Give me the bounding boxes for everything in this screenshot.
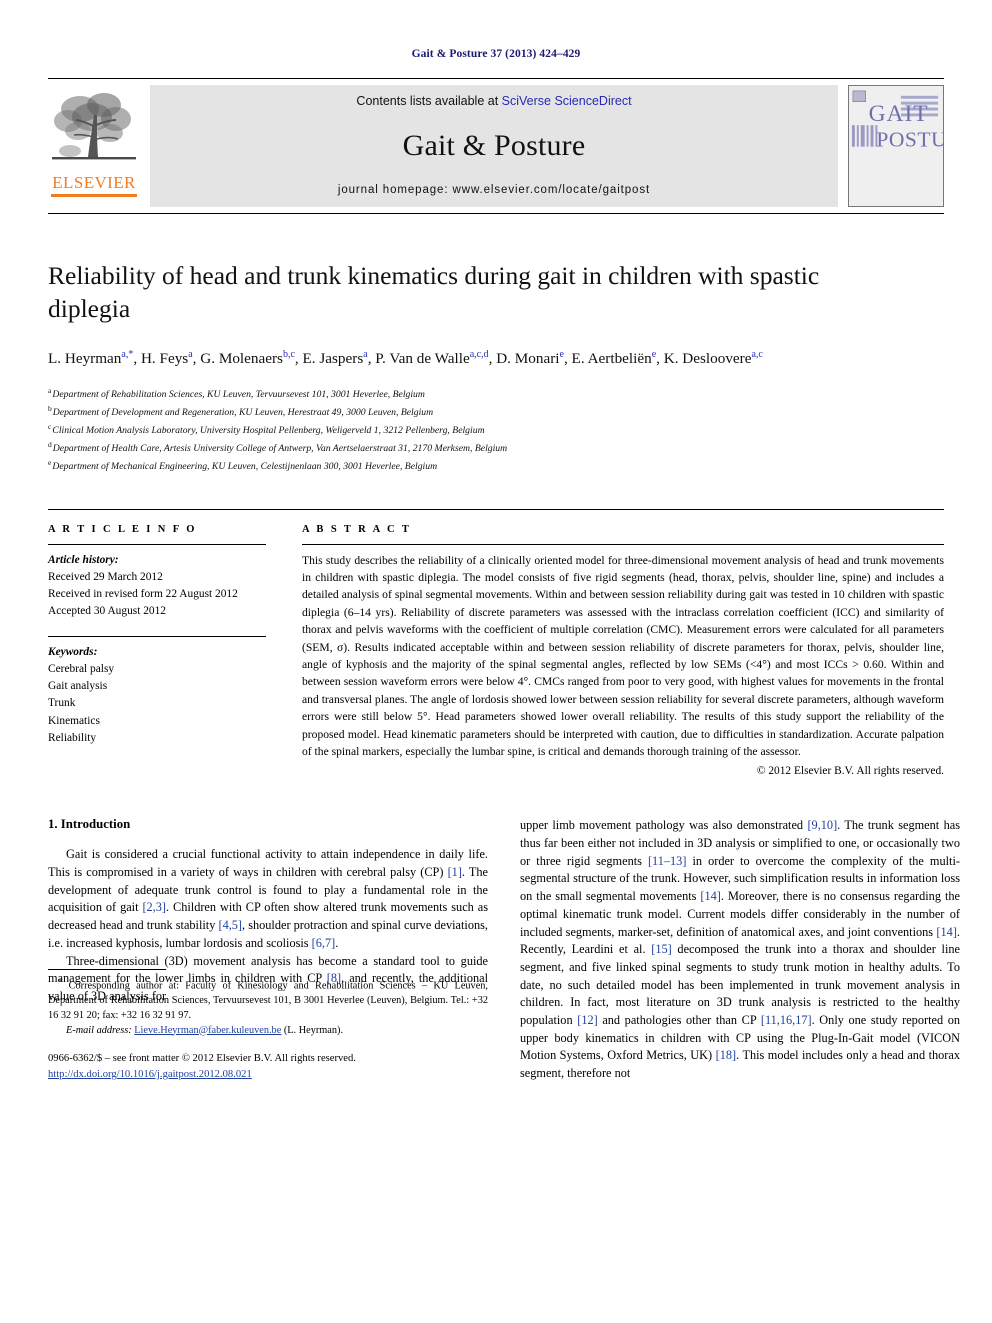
elsevier-rule: [51, 194, 137, 197]
author-name: H. Feys: [140, 350, 189, 368]
citation-ref[interactable]: [14]: [936, 925, 957, 939]
citation-ref[interactable]: [11–13]: [648, 854, 686, 868]
history-items: Received 29 March 2012 Received in revise…: [48, 569, 266, 620]
keyword-items: Cerebral palsy Gait analysis Trunk Kinemati…: [48, 661, 266, 747]
citation-ref[interactable]: [6,7]: [312, 936, 336, 950]
history-item: Accepted 30 August 2012: [48, 604, 166, 617]
keyword-item: Cerebral palsy: [48, 663, 115, 676]
intro-paragraph-3: upper limb movement pathology was also d…: [520, 818, 960, 1081]
divider: [48, 636, 266, 638]
elsevier-wordmark: ELSEVIER: [52, 173, 136, 192]
affiliation-item: eDepartment of Mechanical Engineering, K…: [48, 457, 438, 472]
author-affiliation-mark: a: [188, 349, 193, 361]
author-affiliation-mark: a,*: [121, 349, 134, 361]
contents-list-line: Contents lists available at SciVerse Sci…: [356, 94, 631, 108]
author-name: L. Heyrman: [48, 350, 122, 368]
footnote-area: * Corresponding author at: Faculty of Ki…: [48, 969, 488, 1083]
journal-masthead: ELSEVIER Contents lists available at Sci…: [48, 78, 944, 214]
affiliation-item: cClinical Motion Analysis Laboratory, Un…: [48, 421, 485, 436]
doi-link[interactable]: http://dx.doi.org/10.1016/j.gaitpost.201…: [48, 1069, 252, 1080]
author-name: P. Van de Walle: [375, 350, 470, 368]
abstract-column: A B S T R A C T This study describes the…: [302, 523, 944, 778]
abstract-text: This study describes the reliability of …: [302, 553, 944, 758]
author-affiliation-mark: a: [363, 349, 368, 361]
journal-homepage[interactable]: journal homepage: www.elsevier.com/locat…: [338, 184, 650, 196]
affiliation-item: bDepartment of Development and Regenerat…: [48, 403, 434, 419]
keywords-label: Keywords:: [48, 646, 98, 659]
history-item: Received 29 March 2012: [48, 570, 163, 583]
author-name: G. Molenaers: [200, 350, 283, 368]
keywords-block: Keywords: Cerebral palsy Gait analysis Tru…: [48, 644, 266, 747]
citation-ref[interactable]: [12]: [577, 1013, 598, 1027]
author-name: E. Aertbeliën: [571, 350, 652, 368]
email-note: E-mail address: Lieve.Heyrman@faber.kule…: [48, 1024, 488, 1039]
email-owner: (L. Heyrman).: [283, 1024, 344, 1036]
corresponding-author-note: * Corresponding author at: Faculty of Ki…: [48, 975, 488, 1023]
journal-title: Gait & Posture: [402, 129, 586, 162]
author-affiliation-mark: a,c,d: [469, 349, 489, 361]
author-name: E. Jaspers: [302, 350, 364, 368]
email-link[interactable]: Lieve.Heyrman@faber.kuleuven.be: [134, 1025, 281, 1036]
keyword-item: Kinematics: [48, 714, 100, 727]
article-history-block: Article history: Received 29 March 2012 R…: [48, 552, 266, 620]
left-column: 1. Introduction Gait is considered a cru…: [48, 817, 488, 1083]
abstract-copyright: © 2012 Elsevier B.V. All rights reserved…: [756, 765, 944, 778]
intro-paragraph-1: Gait is considered a crucial functional …: [48, 847, 488, 950]
body-columns: 1. Introduction Gait is considered a cru…: [48, 817, 960, 1083]
cover-artwork: GAIT POSTURE: [849, 86, 943, 206]
citation-ref[interactable]: [15]: [651, 942, 672, 956]
author-name: K. Desloovere: [663, 350, 752, 368]
article-header: Reliability of head and trunk kinematics…: [48, 260, 944, 475]
abstract-heading: A B S T R A C T: [302, 523, 412, 535]
issn-copyright-block: 0966-6362/$ – see front matter © 2012 El…: [48, 1051, 488, 1083]
citation-ref[interactable]: [4,5]: [218, 918, 242, 932]
page-title: Reliability of head and trunk kinematics…: [48, 261, 820, 323]
masthead-center: Contents lists available at SciVerse Sci…: [150, 85, 838, 207]
author-name: D. Monari: [496, 350, 560, 368]
author-affiliation-mark: a,c: [751, 349, 763, 361]
affiliation-item: dDepartment of Health Care, Artesis Univ…: [48, 439, 508, 454]
info-abstract-row: A R T I C L E I N F O Article history: R…: [48, 508, 944, 778]
asterisk-icon: *: [58, 976, 63, 987]
article-page: Gait & Posture 37 (2013) 424–429 ELSEVIE…: [0, 0, 992, 1323]
affiliation-list: aDepartment of Rehabilitation Sciences, …: [48, 385, 944, 475]
issn-line: 0966-6362/$ – see front matter © 2012 El…: [48, 1053, 356, 1065]
citation-ref[interactable]: [18]: [716, 1048, 737, 1062]
running-head: Gait & Posture 37 (2013) 424–429: [411, 48, 581, 60]
right-column: upper limb movement pathology was also d…: [520, 817, 960, 1083]
svg-text:POSTURE: POSTURE: [876, 128, 943, 152]
affiliation-item: aDepartment of Rehabilitation Sciences, …: [48, 385, 425, 401]
svg-text:GAIT: GAIT: [869, 101, 929, 127]
author-affiliation-mark: e: [651, 349, 657, 361]
history-item: Received in revised form 22 August 2012: [48, 587, 238, 600]
article-history-label: Article history:: [48, 553, 119, 566]
keyword-item: Reliability: [48, 731, 97, 744]
article-info-heading: A R T I C L E I N F O: [48, 523, 197, 535]
author-affiliation-mark: b,c: [282, 349, 295, 361]
citation-ref[interactable]: [2,3]: [142, 900, 166, 914]
author-list: L. Heyrmana,*, H. Feysa, G. Molenaersb,c…: [48, 349, 763, 368]
keyword-item: Trunk: [48, 697, 76, 710]
citation-ref[interactable]: [9,10]: [807, 818, 837, 832]
corresponding-author-text: Corresponding author at: Faculty of Kine…: [48, 980, 488, 1021]
email-label: E-mail address:: [66, 1024, 132, 1036]
elsevier-tree-icon: [52, 93, 136, 160]
citation-ref[interactable]: [11,16,17]: [761, 1013, 812, 1027]
footnote-divider: [48, 969, 166, 971]
citation-ref[interactable]: [1]: [448, 865, 462, 879]
journal-cover-thumbnail: GAIT POSTURE: [848, 85, 944, 207]
citation-ref[interactable]: [14]: [700, 889, 721, 903]
article-info-column: A R T I C L E I N F O Article history: R…: [48, 524, 266, 778]
divider: [302, 543, 944, 545]
contents-prefix: Contents lists available at: [356, 94, 502, 108]
section-heading-introduction: 1. Introduction: [48, 817, 131, 832]
elsevier-logo: ELSEVIER: [48, 85, 140, 207]
keyword-item: Gait analysis: [48, 680, 108, 693]
sciencedirect-link[interactable]: SciVerse ScienceDirect: [502, 94, 632, 108]
author-affiliation-mark: e: [559, 349, 564, 361]
divider: [48, 543, 266, 545]
